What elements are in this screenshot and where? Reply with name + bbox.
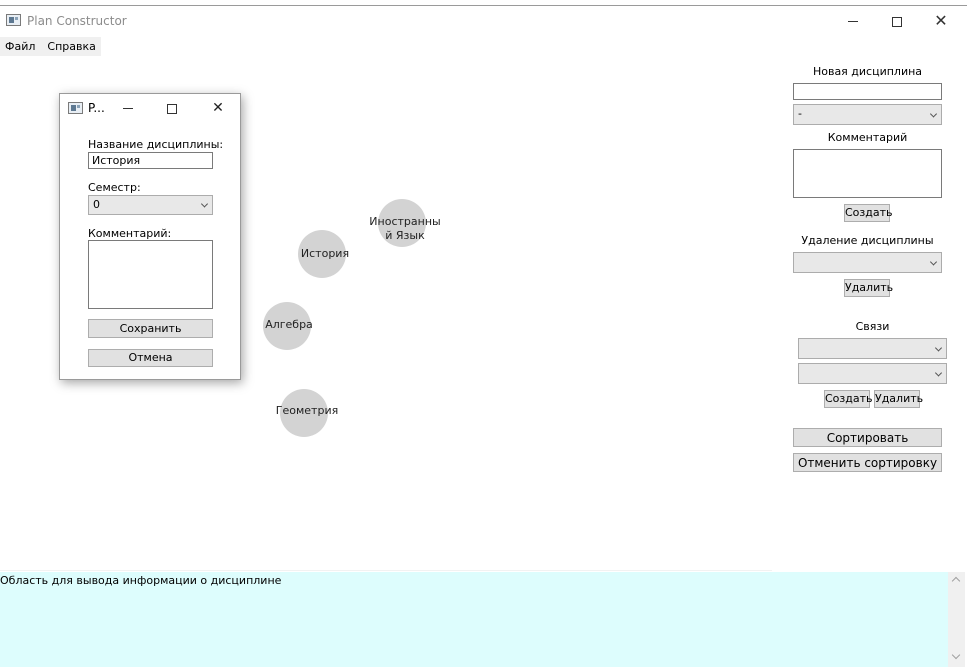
close-icon: ✕: [212, 100, 224, 116]
node-label-history: История: [300, 247, 350, 260]
chevron-down-icon: [934, 368, 943, 377]
node-label-algebra: Алгебра: [265, 318, 313, 331]
maximize-icon: [892, 16, 902, 27]
create-link-button[interactable]: Создать: [824, 390, 873, 408]
dialog-comment-field[interactable]: [88, 240, 213, 309]
node-label-geometry: Геометрия: [275, 404, 339, 417]
window-top-border: [0, 5, 967, 6]
chevron-down-icon: [934, 343, 943, 352]
info-scrollbar[interactable]: [948, 572, 965, 667]
menu-bar: Файл Справка: [0, 37, 101, 56]
scroll-up-icon[interactable]: [951, 576, 961, 586]
link-from-select[interactable]: [798, 338, 947, 359]
app-icon: [6, 14, 21, 26]
dialog-title: P...: [88, 101, 105, 115]
new-discipline-name-field[interactable]: [793, 83, 942, 100]
maximize-button[interactable]: [874, 6, 920, 36]
dialog-semester-select[interactable]: 0: [88, 195, 213, 215]
menu-file[interactable]: Файл: [0, 37, 40, 56]
maximize-icon: [167, 103, 177, 114]
close-button[interactable]: ✕: [918, 6, 964, 36]
dialog-semester-value: 0: [93, 198, 100, 211]
dialog-minimize-button[interactable]: [115, 100, 141, 116]
separator: [0, 570, 772, 571]
edit-discipline-dialog: P... ✕ Название дисциплины: История Семе…: [59, 93, 241, 380]
dialog-close-button[interactable]: ✕: [205, 100, 231, 116]
dialog-name-field[interactable]: История: [88, 152, 213, 169]
delete-link-button[interactable]: Удалить: [874, 390, 923, 408]
delete-discipline-select[interactable]: [793, 252, 942, 273]
new-comment-field[interactable]: [793, 149, 942, 198]
discipline-info-area[interactable]: Область для вывода информации о дисципли…: [0, 572, 948, 667]
dialog-semester-label: Семестр:: [88, 181, 141, 194]
window-title: Plan Constructor: [27, 14, 127, 28]
scroll-down-icon[interactable]: [951, 650, 961, 660]
cancel-sort-button[interactable]: Отменить сортировку: [793, 453, 942, 472]
links-heading: Связи: [855, 320, 890, 333]
delete-discipline-button[interactable]: Удалить: [844, 279, 893, 297]
dialog-comment-label: Комментарий:: [88, 227, 172, 240]
new-comment-heading: Комментарий: [827, 131, 908, 144]
dialog-maximize-button[interactable]: [159, 100, 185, 116]
dialog-app-icon: [68, 102, 83, 114]
dialog-save-button[interactable]: Сохранить: [88, 319, 213, 338]
link-to-select[interactable]: [798, 363, 947, 384]
new-discipline-heading: Новая дисциплина: [812, 65, 923, 78]
minimize-icon: [123, 108, 133, 109]
close-icon: ✕: [934, 11, 948, 30]
minimize-button[interactable]: [830, 6, 876, 36]
minimize-icon: [848, 21, 858, 22]
chevron-down-icon: [200, 200, 209, 208]
delete-discipline-heading: Удаление дисциплины: [801, 234, 934, 247]
create-discipline-button[interactable]: Создать: [844, 204, 893, 222]
new-discipline-semester-select[interactable]: -: [793, 104, 942, 125]
chevron-down-icon: [929, 257, 938, 266]
semester-select-value: -: [798, 107, 802, 120]
sort-button[interactable]: Сортировать: [793, 428, 942, 447]
dialog-cancel-button[interactable]: Отмена: [88, 349, 213, 367]
node-label-foreign-language: Иностранны й Язык: [369, 215, 441, 242]
menu-help[interactable]: Справка: [40, 37, 100, 56]
dialog-name-label: Название дисциплины:: [88, 138, 224, 151]
chevron-down-icon: [929, 109, 938, 118]
